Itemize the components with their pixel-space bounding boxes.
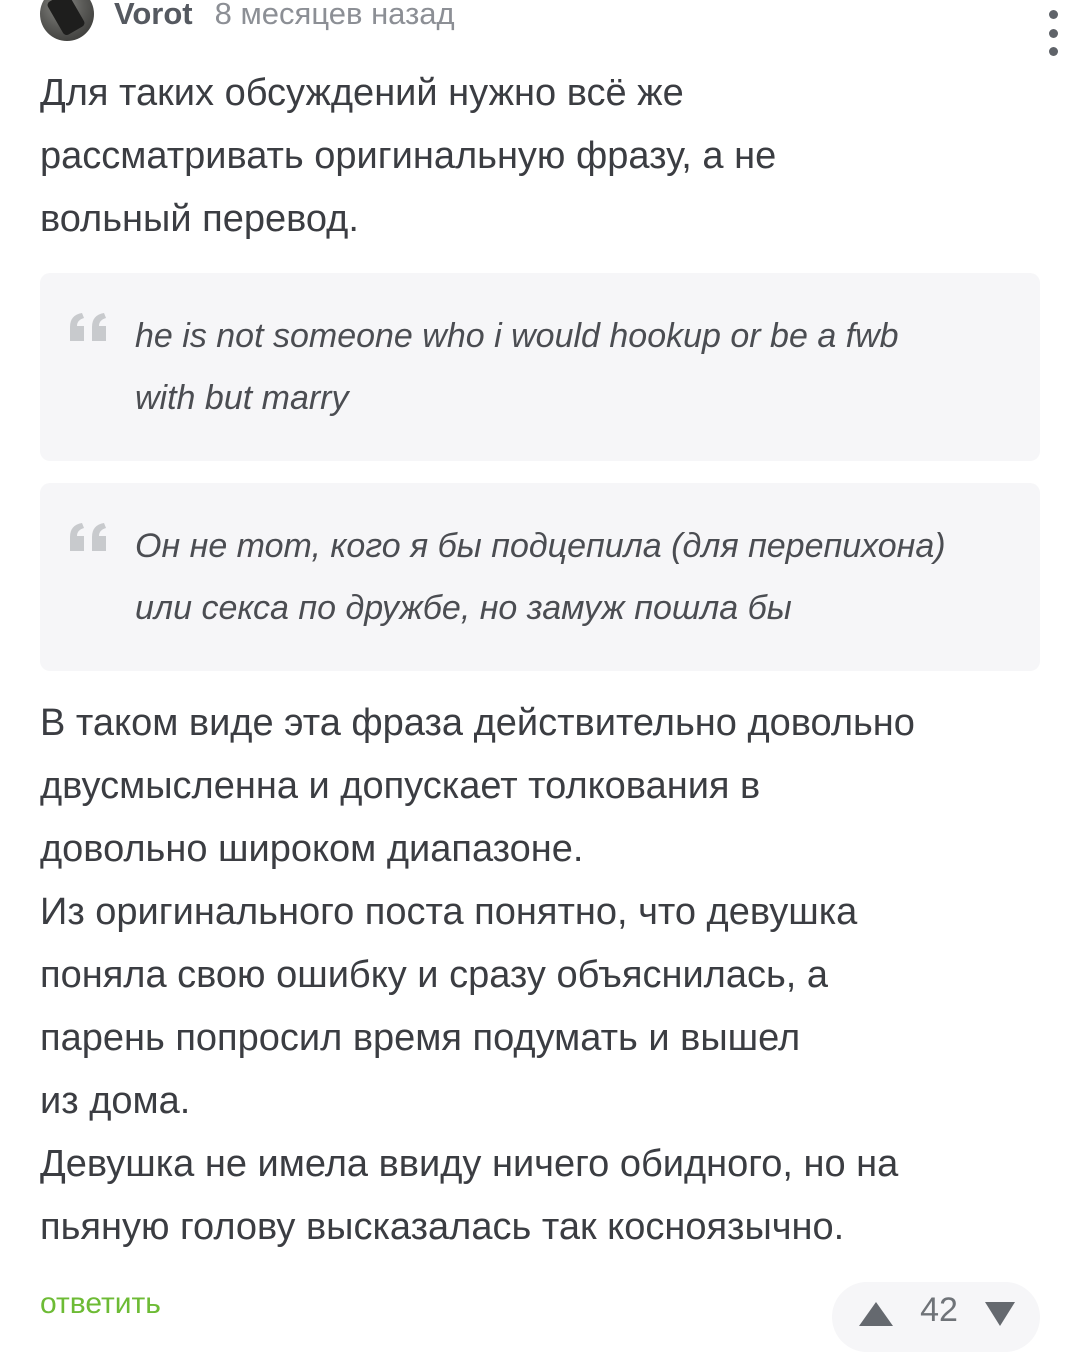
comment-intro-text: Для таких обсуждений нужно всё же рассма… <box>40 72 777 240</box>
rating-widget: 42 <box>832 1282 1040 1352</box>
ellipsis-dot <box>1048 28 1058 38</box>
triangle-down-icon[interactable] <box>982 1299 1018 1329</box>
triangle-up-icon[interactable] <box>856 1299 896 1329</box>
quote-text-original: he is not someone who i would hookup or … <box>135 317 899 417</box>
ellipsis-dot <box>1048 10 1058 19</box>
quote-mark-icon <box>70 313 106 341</box>
quote-text-translation: Он не тот, кого я бы подцепила (для пере… <box>135 527 946 627</box>
rating-count: 42 <box>920 1291 958 1329</box>
quote-mark-icon <box>70 523 106 551</box>
ellipsis-dot <box>1048 47 1058 56</box>
comment-body-text: В таком виде эта фраза действительно дов… <box>40 702 915 1248</box>
blockquote-original: he is not someone who i would hookup or … <box>40 273 1040 461</box>
user-avatar[interactable] <box>40 0 94 41</box>
reply-button[interactable]: ответить <box>40 1287 161 1321</box>
blockquote-translation: Он не тот, кого я бы подцепила (для пере… <box>40 483 1040 671</box>
vertical-ellipsis-icon[interactable] <box>1043 10 1063 56</box>
author-name[interactable]: Vorot <box>114 0 193 32</box>
comment-header: Vorot 8 месяцев назад <box>40 0 1040 42</box>
comment-timestamp: 8 месяцев назад <box>214 0 455 31</box>
